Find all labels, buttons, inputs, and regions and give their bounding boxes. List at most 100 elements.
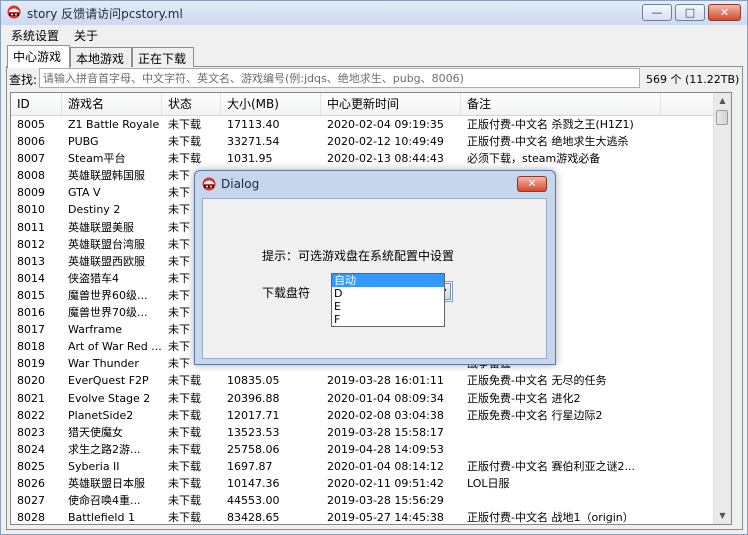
cell-id: 8021 [17, 391, 45, 405]
cell-update-time: 2020-02-13 08:44:43 [327, 152, 444, 166]
column-header-size[interactable]: 大小(MB) [221, 93, 321, 115]
table-row[interactable]: 8025 Syberia II 未下载 1697.87 2020-01-04 08:14… [11, 458, 715, 475]
table-row[interactable]: 8021 Evolve Stage 2 未下载 20396.88 2020-01-04 … [11, 390, 715, 407]
cell-name: 英雄联盟韩国服 [68, 169, 145, 183]
search-label: 查找: [9, 73, 38, 87]
drive-option-auto[interactable]: 自动 [332, 274, 444, 287]
cell-id: 8012 [17, 237, 45, 251]
cell-size: 13523.53 [227, 425, 280, 439]
scroll-down-icon[interactable]: ▼ [715, 508, 730, 524]
cell-note: 正版付费-中文名 绝地求生大逃杀 [467, 135, 629, 149]
cell-id: 8008 [17, 169, 45, 183]
cell-note: 正版免费-中文名 进化2 [467, 391, 581, 405]
cell-name: 英雄联盟美服 [68, 220, 134, 234]
cell-size: 33271.54 [227, 135, 280, 149]
scroll-up-icon[interactable]: ▲ [715, 93, 730, 109]
cell-name: 英雄联盟日本服 [68, 476, 145, 490]
cell-name: Destiny 2 [68, 203, 121, 217]
cell-name: Battlefield 1 [68, 511, 135, 525]
cell-note [461, 492, 661, 509]
cell-id: 8020 [17, 374, 45, 388]
app-logo-icon [7, 5, 21, 19]
cell-name: War Thunder [68, 357, 139, 371]
dialog-close-button[interactable]: ✕ [517, 176, 547, 192]
cell-id: 8019 [17, 357, 45, 371]
column-header-name[interactable]: 游戏名 [62, 93, 162, 115]
table-row[interactable]: 8024 求生之路2游... 未下载 25758.06 2019-04-28 14:09… [11, 441, 715, 458]
tab-local-games[interactable]: 本地游戏 [70, 47, 132, 67]
close-button[interactable]: ✕ [708, 4, 741, 21]
table-row[interactable]: 8006 PUBG 未下载 33271.54 2020-02-12 10:49:49 正版… [11, 133, 715, 150]
scroll-thumb[interactable] [716, 110, 728, 125]
menu-about[interactable]: 关于 [74, 27, 98, 44]
drive-option-f[interactable]: F [332, 313, 444, 326]
table-row[interactable]: 8026 英雄联盟日本服 未下载 10147.36 2020-02-11 09:51:4… [11, 475, 715, 492]
cell-id: 8011 [17, 220, 45, 234]
cell-size: 20396.88 [227, 391, 280, 405]
cell-name: Evolve Stage 2 [68, 391, 151, 405]
table-row[interactable]: 8020 EverQuest F2P 未下载 10835.05 2019-03-28 1… [11, 372, 715, 389]
cell-note [461, 441, 661, 458]
cell-note: 正版免费-中文名 行星边际2 [467, 408, 603, 422]
table-row[interactable]: 8022 PlanetSide2 未下载 12017.71 2020-02-08 03:… [11, 407, 715, 424]
column-header-filler [661, 93, 715, 115]
table-row[interactable]: 8005 Z1 Battle Royale 未下载 17113.40 2020-02-0… [11, 116, 715, 133]
cell-size: 10835.05 [227, 374, 280, 388]
cell-status: 未下载 [168, 152, 201, 166]
cell-status: 未下载 [168, 118, 201, 131]
drive-option-d[interactable]: D [332, 287, 444, 300]
cell-name: Art of War Red ... [68, 340, 162, 354]
cell-id: 8013 [17, 254, 45, 268]
menu-bar: 系统设置 关于 [1, 25, 747, 43]
cell-size: 10147.36 [227, 476, 280, 490]
download-dialog: Dialog ✕ 提示：可选游戏盘在系统配置中设置 下载盘符 自动 ▼ [194, 170, 556, 365]
cell-id: 8005 [17, 118, 45, 131]
cell-id: 8026 [17, 476, 45, 490]
cell-name: 魔兽世界60级... [68, 288, 148, 302]
table-row[interactable]: 8007 Steam平台 未下载 1031.95 2020-02-13 08:44:43… [11, 150, 715, 167]
cell-id: 8022 [17, 408, 45, 422]
table-row[interactable]: 8023 猎天使魔女 未下载 13523.53 2019-03-28 15:58:17 [11, 424, 715, 441]
cell-status: 未下载 [168, 476, 201, 490]
cell-id: 8024 [17, 442, 45, 456]
cell-update-time: 2020-02-11 09:51:42 [327, 476, 444, 490]
cell-id: 8014 [17, 271, 45, 285]
drive-option-e[interactable]: E [332, 300, 444, 313]
table-row[interactable]: 8027 使命召唤4重... 未下载 44553.00 2019-03-28 15:56… [11, 492, 715, 509]
column-header-id[interactable]: ID [11, 93, 62, 115]
cell-size: 12017.71 [227, 408, 280, 422]
cell-id: 8018 [17, 340, 45, 354]
cell-note [461, 424, 661, 441]
cell-note: LOL日服 [467, 476, 510, 490]
cell-id: 8028 [17, 511, 45, 525]
cell-id: 8023 [17, 425, 45, 439]
maximize-button[interactable]: □ [675, 4, 705, 21]
cell-id: 8006 [17, 135, 45, 149]
cell-update-time: 2019-04-28 14:09:53 [327, 442, 444, 456]
cell-id: 8017 [17, 323, 45, 337]
cell-update-time: 2020-02-12 10:49:49 [327, 135, 444, 149]
cell-status: 未下载 [168, 459, 201, 473]
tab-center-games[interactable]: 中心游戏 [7, 45, 70, 68]
vertical-scrollbar[interactable]: ▲ ▼ [713, 93, 731, 524]
search-input[interactable] [39, 68, 640, 88]
cell-id: 8010 [17, 203, 45, 217]
column-header-note[interactable]: 备注 [461, 93, 661, 115]
game-count: 569 个 (11.22TB) [646, 73, 740, 86]
column-header-update-time[interactable]: 中心更新时间 [321, 93, 461, 115]
title-bar[interactable]: story 反馈请访问pcstory.ml — □ ✕ [1, 1, 747, 25]
cell-status: 未下载 [168, 374, 201, 388]
tab-downloading[interactable]: 正在下载 [132, 47, 194, 67]
column-header-status[interactable]: 状态 [162, 93, 221, 115]
drive-dropdown-list: 自动 D E F [331, 273, 445, 327]
cell-name: EverQuest F2P [68, 374, 149, 388]
cell-status: 未下载 [168, 511, 201, 525]
cell-name: 英雄联盟西欧服 [68, 254, 145, 268]
minimize-button[interactable]: — [642, 4, 672, 21]
window-title: story 反馈请访问pcstory.ml [27, 7, 183, 21]
cell-id: 8016 [17, 306, 45, 320]
cell-status: 未下载 [168, 442, 201, 456]
menu-system-settings[interactable]: 系统设置 [11, 27, 59, 44]
table-row[interactable]: 8028 Battlefield 1 未下载 83428.65 2019-05-27 1… [11, 509, 715, 525]
cell-name: Syberia II [68, 459, 120, 473]
